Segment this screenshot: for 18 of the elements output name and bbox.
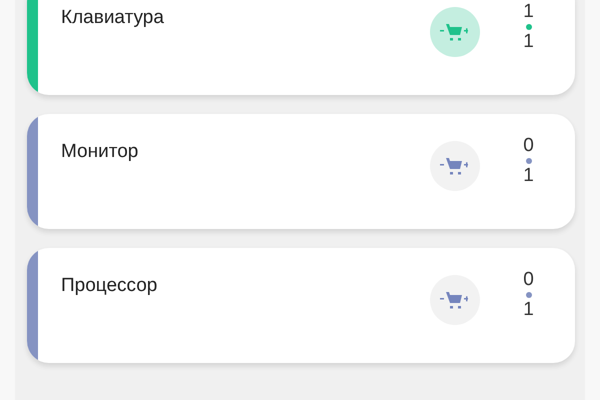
product-name: Процессор <box>60 274 158 298</box>
product-card[interactable]: Монитор 0 1 <box>27 114 575 229</box>
total-text: 1 <box>523 300 534 320</box>
count-text: 0 <box>523 136 534 156</box>
product-card[interactable]: Процессор 0 1 <box>27 248 575 363</box>
count-text: 1 <box>523 2 534 22</box>
cart-icon <box>440 155 470 177</box>
product-card[interactable]: Клавиатура 1 1 <box>27 0 575 95</box>
cart-button[interactable] <box>430 7 480 57</box>
product-name: Клавиатура <box>60 6 165 30</box>
cart-icon <box>440 289 470 311</box>
total-text: 1 <box>523 32 534 52</box>
product-name: Монитор <box>60 140 140 164</box>
cart-icon <box>440 21 470 43</box>
count-text: 0 <box>523 270 534 290</box>
cart-button[interactable] <box>430 275 480 325</box>
total-text: 1 <box>523 166 534 186</box>
cart-button[interactable] <box>430 141 480 191</box>
